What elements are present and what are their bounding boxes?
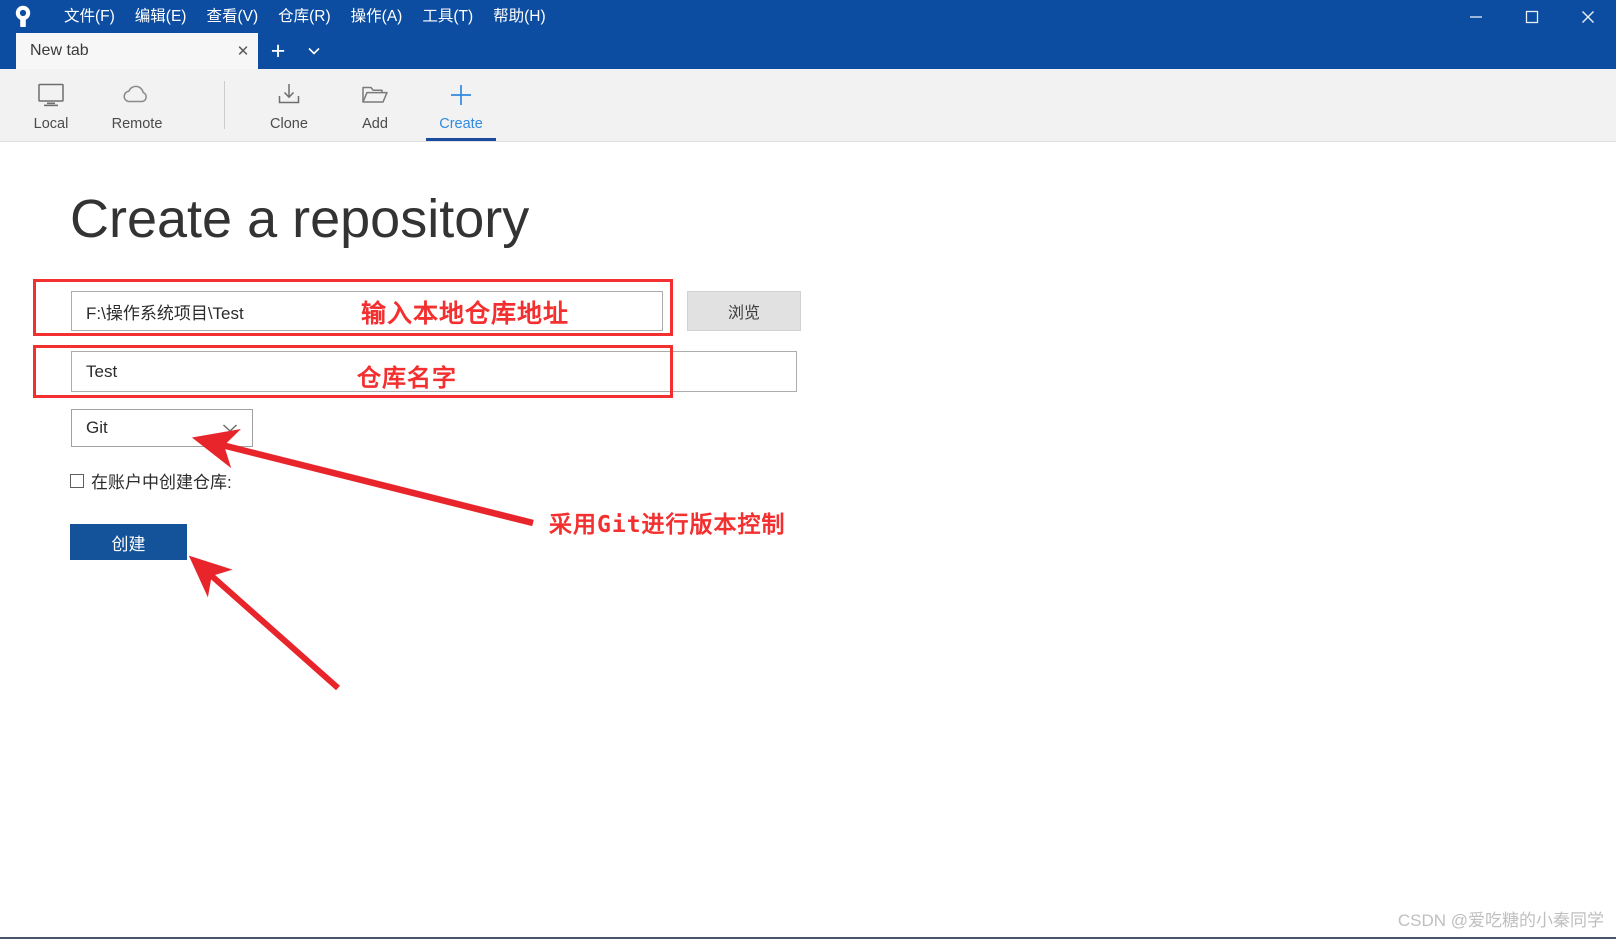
menu-item-tools[interactable]: 工具(T) xyxy=(412,0,483,33)
checkbox-label: 在账户中创建仓库: xyxy=(91,473,232,492)
account-repository-checkbox[interactable]: 在账户中创建仓库: xyxy=(70,468,232,493)
minimize-button[interactable] xyxy=(1448,0,1504,33)
menu-item-view[interactable]: 查看(V) xyxy=(196,0,268,33)
browse-button[interactable]: 浏览 xyxy=(687,291,801,331)
tab-label: New tab xyxy=(30,42,89,59)
tab-close-icon[interactable]: ✕ xyxy=(228,33,258,69)
chevron-down-icon xyxy=(222,418,238,438)
main-toolbar: Local Remote Clone Add Create xyxy=(0,69,1616,142)
menu-bar: 文件(F) 编辑(E) 查看(V) 仓库(R) 操作(A) 工具(T) 帮助(H… xyxy=(54,0,556,33)
new-tab-button[interactable]: + xyxy=(262,33,294,69)
toolbar-item-create[interactable]: Create xyxy=(418,69,504,141)
toolbar-label-clone: Clone xyxy=(270,116,308,132)
monitor-icon xyxy=(36,80,66,110)
title-bar: 文件(F) 编辑(E) 查看(V) 仓库(R) 操作(A) 工具(T) 帮助(H… xyxy=(0,0,1616,33)
plus-icon xyxy=(448,80,474,110)
sourcetree-icon xyxy=(6,0,40,33)
toolbar-group-actions: Clone Add Create xyxy=(246,69,504,141)
content-area: Create a repository F:\操作系统项目\Test 浏览 Te… xyxy=(0,142,1616,939)
toolbar-separator xyxy=(224,81,225,129)
toolbar-label-local: Local xyxy=(33,116,69,132)
repository-type-value: Git xyxy=(86,418,108,437)
download-icon xyxy=(275,80,303,110)
toolbar-label-remote: Remote xyxy=(111,116,163,132)
cloud-icon xyxy=(120,80,154,110)
toolbar-group-sources: Local Remote xyxy=(8,69,180,141)
toolbar-item-clone[interactable]: Clone xyxy=(246,69,332,141)
toolbar-label-add: Add xyxy=(362,116,388,132)
close-button[interactable] xyxy=(1560,0,1616,33)
menu-item-help[interactable]: 帮助(H) xyxy=(483,0,556,33)
menu-item-actions[interactable]: 操作(A) xyxy=(341,0,413,33)
annotation-text-git: 采用Git进行版本控制 xyxy=(549,512,786,538)
toolbar-item-local[interactable]: Local xyxy=(8,69,94,141)
page-title: Create a repository xyxy=(70,189,530,249)
menu-item-edit[interactable]: 编辑(E) xyxy=(125,0,197,33)
repository-type-select[interactable]: Git xyxy=(71,409,253,447)
menu-item-file[interactable]: 文件(F) xyxy=(54,0,125,33)
window-controls xyxy=(1448,0,1616,33)
maximize-button[interactable] xyxy=(1504,0,1560,33)
chevron-down-icon[interactable] xyxy=(300,33,328,69)
toolbar-item-remote[interactable]: Remote xyxy=(94,69,180,141)
create-button[interactable]: 创建 xyxy=(70,524,187,560)
menu-item-repository[interactable]: 仓库(R) xyxy=(268,0,341,33)
tab-strip: New tab ✕ + xyxy=(0,33,1616,69)
annotation-text-path: 输入本地仓库地址 xyxy=(361,299,570,328)
toolbar-item-add[interactable]: Add xyxy=(332,69,418,141)
checkbox-box[interactable] xyxy=(70,473,84,488)
annotation-text-name: 仓库名字 xyxy=(357,364,457,392)
active-tab-indicator xyxy=(426,138,496,141)
toolbar-label-create: Create xyxy=(439,116,483,132)
csdn-watermark: CSDN @爱吃糖的小秦同学 xyxy=(1397,911,1604,930)
folder-icon xyxy=(360,80,390,110)
tab-new-tab[interactable]: New tab ✕ xyxy=(16,33,258,69)
application-window: 文件(F) 编辑(E) 查看(V) 仓库(R) 操作(A) 工具(T) 帮助(H… xyxy=(0,0,1616,939)
